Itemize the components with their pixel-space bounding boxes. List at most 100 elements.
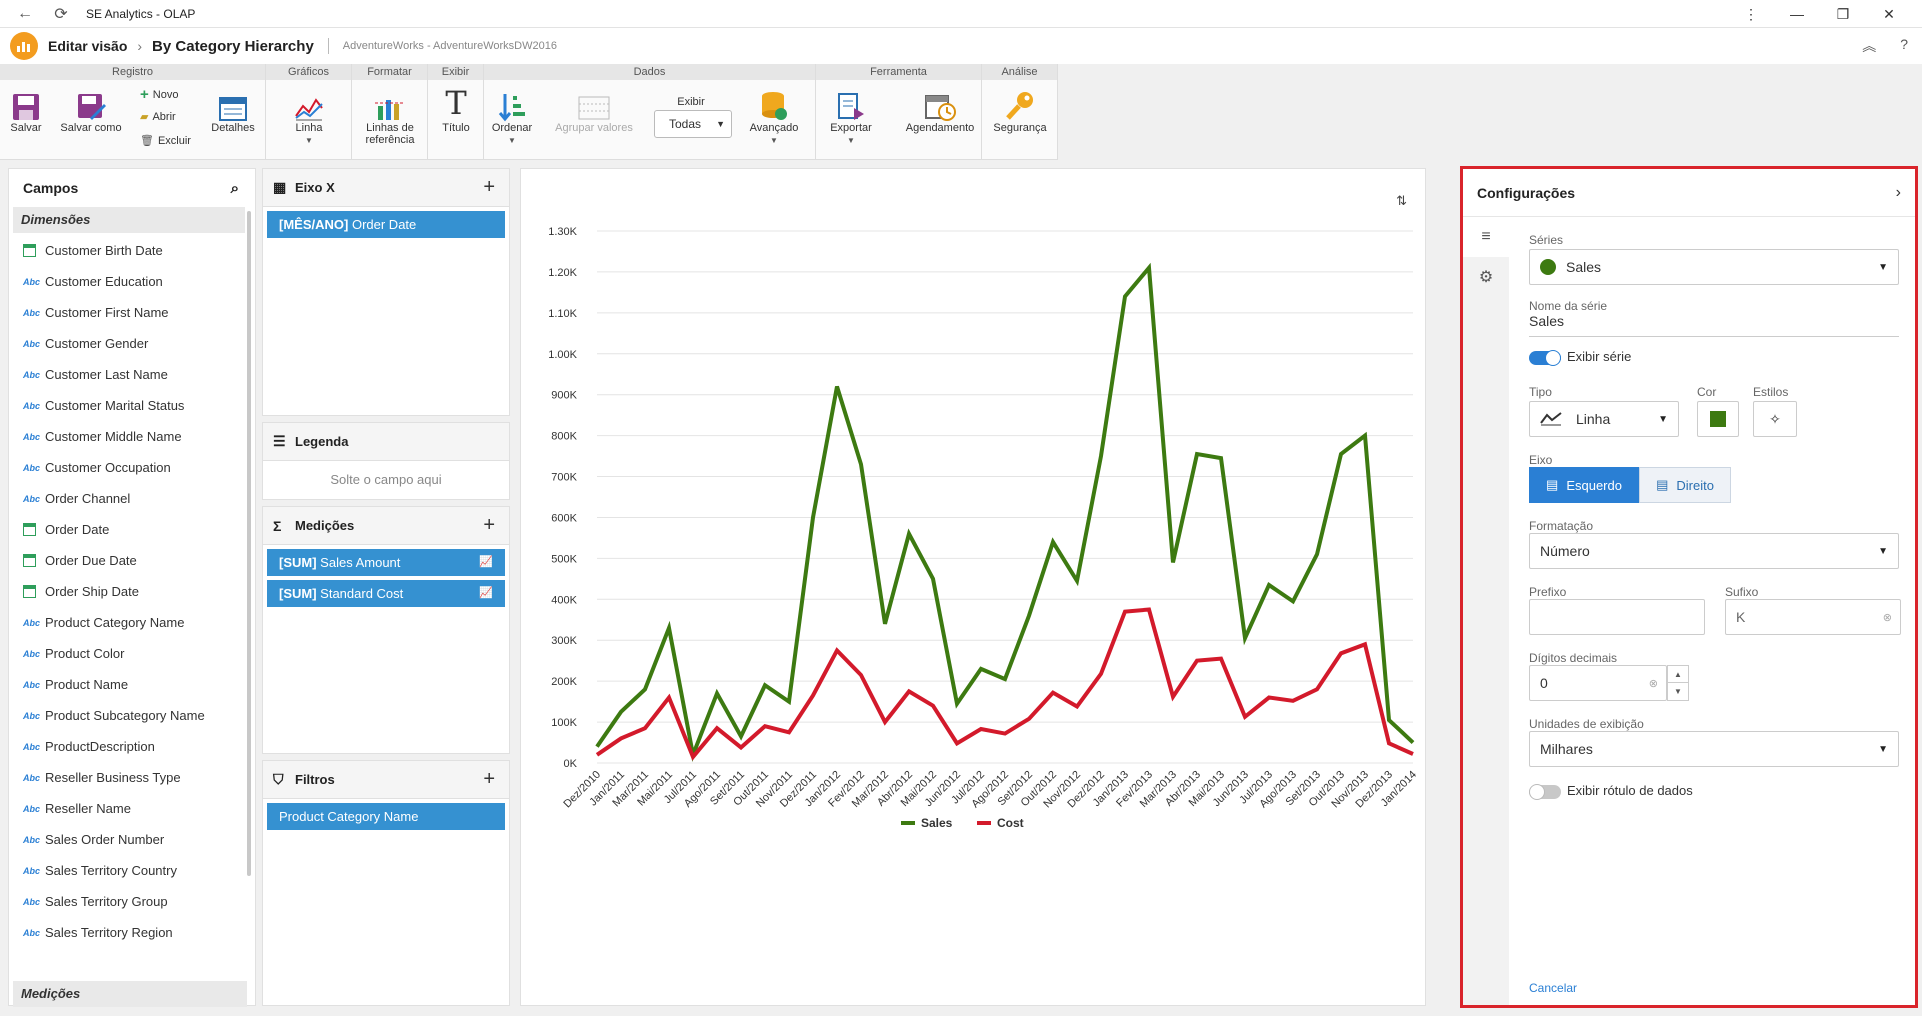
decimals-stepper[interactable]: ▲ ▼ — [1667, 665, 1689, 701]
styles-button[interactable]: ✧ — [1753, 401, 1797, 437]
add-icon[interactable]: + — [483, 768, 495, 791]
field-item[interactable]: Abc Product Name — [9, 669, 255, 700]
field-item[interactable]: Order Ship Date — [9, 576, 255, 607]
step-up-icon[interactable]: ▲ — [1668, 666, 1688, 683]
minimize-button[interactable]: — — [1774, 6, 1820, 22]
y-tick-label: 1.10K — [548, 308, 577, 320]
field-item[interactable]: Abc Customer Last Name — [9, 359, 255, 390]
clear-icon[interactable]: ⊗ — [1649, 677, 1658, 690]
delete-button[interactable]: 🗑 Excluir — [140, 134, 191, 148]
help-icon[interactable]: ? — [1900, 36, 1908, 56]
export-button[interactable]: Exportar ▼ — [824, 86, 878, 145]
suffix-input[interactable]: K ⊗ — [1725, 599, 1901, 635]
scrollbar[interactable] — [247, 211, 251, 876]
field-item[interactable]: Abc Customer Marital Status — [9, 390, 255, 421]
field-item[interactable]: Abc Sales Territory Group — [9, 886, 255, 917]
field-item[interactable]: Abc Sales Territory Region — [9, 917, 255, 948]
filter-chip[interactable]: Product Category Name — [267, 803, 505, 830]
line-chart-icon[interactable]: 📈 — [479, 549, 493, 576]
step-down-icon[interactable]: ▼ — [1668, 683, 1688, 700]
field-item[interactable]: Abc ProductDescription — [9, 731, 255, 762]
field-item[interactable]: Customer Birth Date — [9, 235, 255, 266]
clear-icon[interactable]: ⊗ — [1883, 611, 1892, 624]
new-button[interactable]: + Novo — [140, 86, 178, 103]
chevron-right-icon[interactable]: › — [1896, 184, 1901, 202]
display-filter-value: Todas — [669, 117, 702, 131]
legend-dropzone[interactable]: Solte o campo aqui — [263, 461, 509, 499]
cancel-link[interactable]: Cancelar — [1529, 981, 1577, 995]
page-title: By Category Hierarchy — [152, 37, 314, 55]
breadcrumb-edit-view[interactable]: Editar visão — [48, 38, 127, 54]
color-picker[interactable] — [1697, 401, 1739, 437]
field-item[interactable]: Abc Product Color — [9, 638, 255, 669]
show-series-toggle[interactable] — [1529, 350, 1561, 366]
restore-button[interactable]: ❐ — [1820, 6, 1866, 23]
field-item[interactable]: Abc Customer First Name — [9, 297, 255, 328]
y-tick-label: 700K — [551, 472, 577, 484]
data-label-toggle[interactable] — [1529, 784, 1561, 800]
measure-chip-cost[interactable]: [SUM] Standard Cost 📈 — [267, 580, 505, 607]
series-select[interactable]: Sales ▼ — [1529, 249, 1899, 285]
sort-icon[interactable]: ⇅ — [1396, 193, 1407, 209]
field-item[interactable]: Abc Customer Gender — [9, 328, 255, 359]
y-tick-label: 900K — [551, 390, 577, 402]
sort-button[interactable]: Ordenar ▼ — [488, 86, 536, 145]
series-name-input[interactable]: Sales — [1529, 313, 1899, 337]
advanced-button[interactable]: Avançado ▼ — [746, 86, 802, 145]
text-field-icon: Abc — [23, 493, 41, 504]
field-item[interactable]: Order Due Date — [9, 545, 255, 576]
line-chart-button[interactable]: Linha ▼ — [284, 86, 334, 145]
field-item[interactable]: Abc Product Category Name — [9, 607, 255, 638]
security-button[interactable]: Segurança — [986, 86, 1054, 134]
collapse-icon[interactable]: ︽ — [1862, 36, 1876, 56]
line-chart-icon[interactable]: 📈 — [479, 580, 493, 607]
prefix-input[interactable] — [1529, 599, 1705, 635]
field-item[interactable]: Abc Reseller Name — [9, 793, 255, 824]
field-item[interactable]: Abc Reseller Business Type — [9, 762, 255, 793]
search-icon[interactable]: ⌕ — [231, 180, 239, 197]
settings-title: Configurações — [1477, 184, 1576, 201]
magic-wand-icon: ✧ — [1769, 410, 1781, 427]
format-select[interactable]: Número ▼ — [1529, 533, 1899, 569]
x-axis-chip[interactable]: [MÊS/ANO] Order Date — [267, 211, 505, 238]
more-options-icon[interactable]: ⋮ — [1728, 6, 1774, 23]
field-item[interactable]: Abc Customer Education — [9, 266, 255, 297]
back-icon[interactable]: ← — [14, 5, 36, 23]
field-item[interactable]: Abc Product Subcategory Name — [9, 700, 255, 731]
field-item[interactable]: Order Date — [9, 514, 255, 545]
add-icon[interactable]: + — [483, 514, 495, 537]
list-icon: ☰ — [273, 433, 286, 449]
display-filter-select[interactable]: Todas ▼ — [654, 110, 732, 138]
group-values-button[interactable]: Agrupar valores — [550, 86, 638, 134]
axis-left-button[interactable]: ▤ Esquerdo — [1529, 467, 1639, 503]
title-button[interactable]: T Título — [434, 84, 478, 134]
measure-chip-sales[interactable]: [SUM] Sales Amount 📈 — [267, 549, 505, 576]
reference-lines-button[interactable]: Linhas de referência — [360, 86, 420, 146]
save-as-button[interactable]: Salvar como — [56, 86, 126, 134]
field-item[interactable]: Abc Order Channel — [9, 483, 255, 514]
chevron-down-icon: ▼ — [1878, 261, 1888, 273]
axis-right-button[interactable]: ▤ Direito — [1639, 467, 1731, 503]
field-label: Customer Marital Status — [45, 398, 185, 413]
details-button[interactable]: Detalhes — [208, 86, 258, 134]
field-item[interactable]: Abc Sales Order Number — [9, 824, 255, 855]
field-item[interactable]: Abc Sales Territory Country — [9, 855, 255, 886]
open-label: Abrir — [152, 110, 176, 123]
decimals-input[interactable]: 0 ⊗ — [1529, 665, 1667, 701]
sliders-tab-icon[interactable]: ⚙ — [1463, 257, 1509, 297]
series-tab-icon[interactable]: ≡ — [1463, 217, 1509, 257]
add-icon[interactable]: + — [483, 176, 495, 199]
text-field-icon: Abc — [23, 307, 41, 318]
units-select[interactable]: Milhares ▼ — [1529, 731, 1899, 767]
open-button[interactable]: ▰ Abrir — [140, 110, 176, 124]
schedule-button[interactable]: Agendamento — [902, 86, 978, 134]
save-button[interactable]: Salvar — [6, 86, 46, 134]
app-logo-icon — [10, 32, 38, 60]
field-item[interactable]: Abc Customer Occupation — [9, 452, 255, 483]
refresh-icon[interactable]: ⟳ — [50, 4, 72, 24]
close-button[interactable]: ✕ — [1866, 6, 1912, 23]
reference-lines-label-2: referência — [365, 134, 415, 146]
text-field-icon: Abc — [23, 276, 41, 287]
field-item[interactable]: Abc Customer Middle Name — [9, 421, 255, 452]
type-select[interactable]: Linha ▼ — [1529, 401, 1679, 437]
